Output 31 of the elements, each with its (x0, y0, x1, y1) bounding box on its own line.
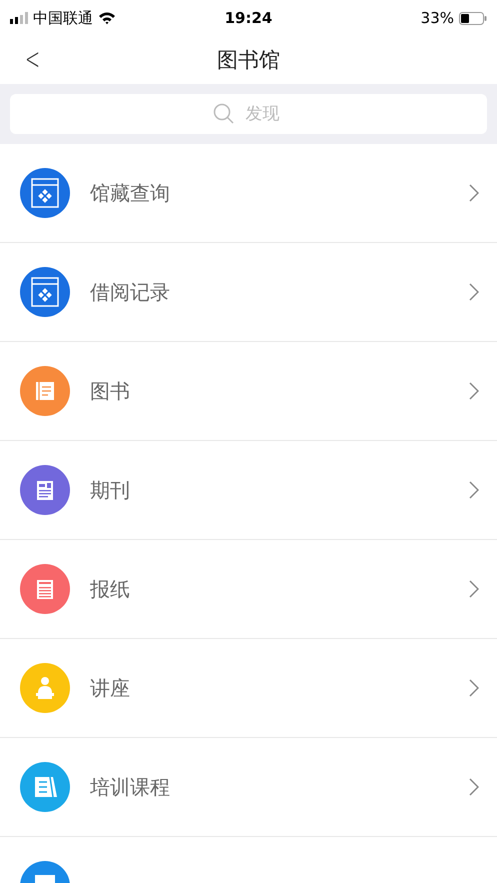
page-title: 图书馆 (217, 47, 280, 74)
chevron-icon (469, 283, 479, 301)
chevron-icon (469, 382, 479, 400)
menu-label: 培训课程 (90, 774, 171, 800)
chevron-icon (469, 481, 479, 499)
carrier-name: 中国联通 (33, 8, 93, 28)
wifi-icon (98, 11, 116, 25)
chevron-icon (469, 184, 479, 202)
clock: 19:24 (224, 9, 272, 27)
chevron-icon (469, 778, 479, 796)
search-icon (213, 103, 235, 125)
menu-label: 期刊 (90, 476, 131, 504)
menu-label: 报纸 (90, 576, 131, 602)
battery-icon (459, 12, 487, 24)
menu-row[interactable]: 借阅记录 (0, 243, 497, 342)
menu-row[interactable]: 培训课程 (0, 738, 497, 837)
chevron-icon (469, 580, 479, 598)
menu-label: 借阅记录 (90, 278, 171, 306)
chevron-icon (469, 679, 479, 697)
menu-row[interactable]: 图书 (0, 342, 497, 441)
signal-icon (10, 12, 28, 24)
menu-label: 讲座 (90, 674, 131, 702)
battery-percent: 33% (420, 9, 454, 27)
menu-row[interactable]: 报纸 (0, 540, 497, 639)
menu-row[interactable]: 讲座 (0, 639, 497, 738)
menu-label: 图书 (90, 378, 131, 404)
search-field[interactable]: 发现 (10, 94, 487, 134)
back-button[interactable]: < (21, 42, 44, 77)
menu-row[interactable]: 期刊 (0, 441, 497, 540)
menu-row[interactable]: 馆藏查询 (0, 144, 497, 243)
menu-label: 馆藏查询 (90, 180, 171, 206)
